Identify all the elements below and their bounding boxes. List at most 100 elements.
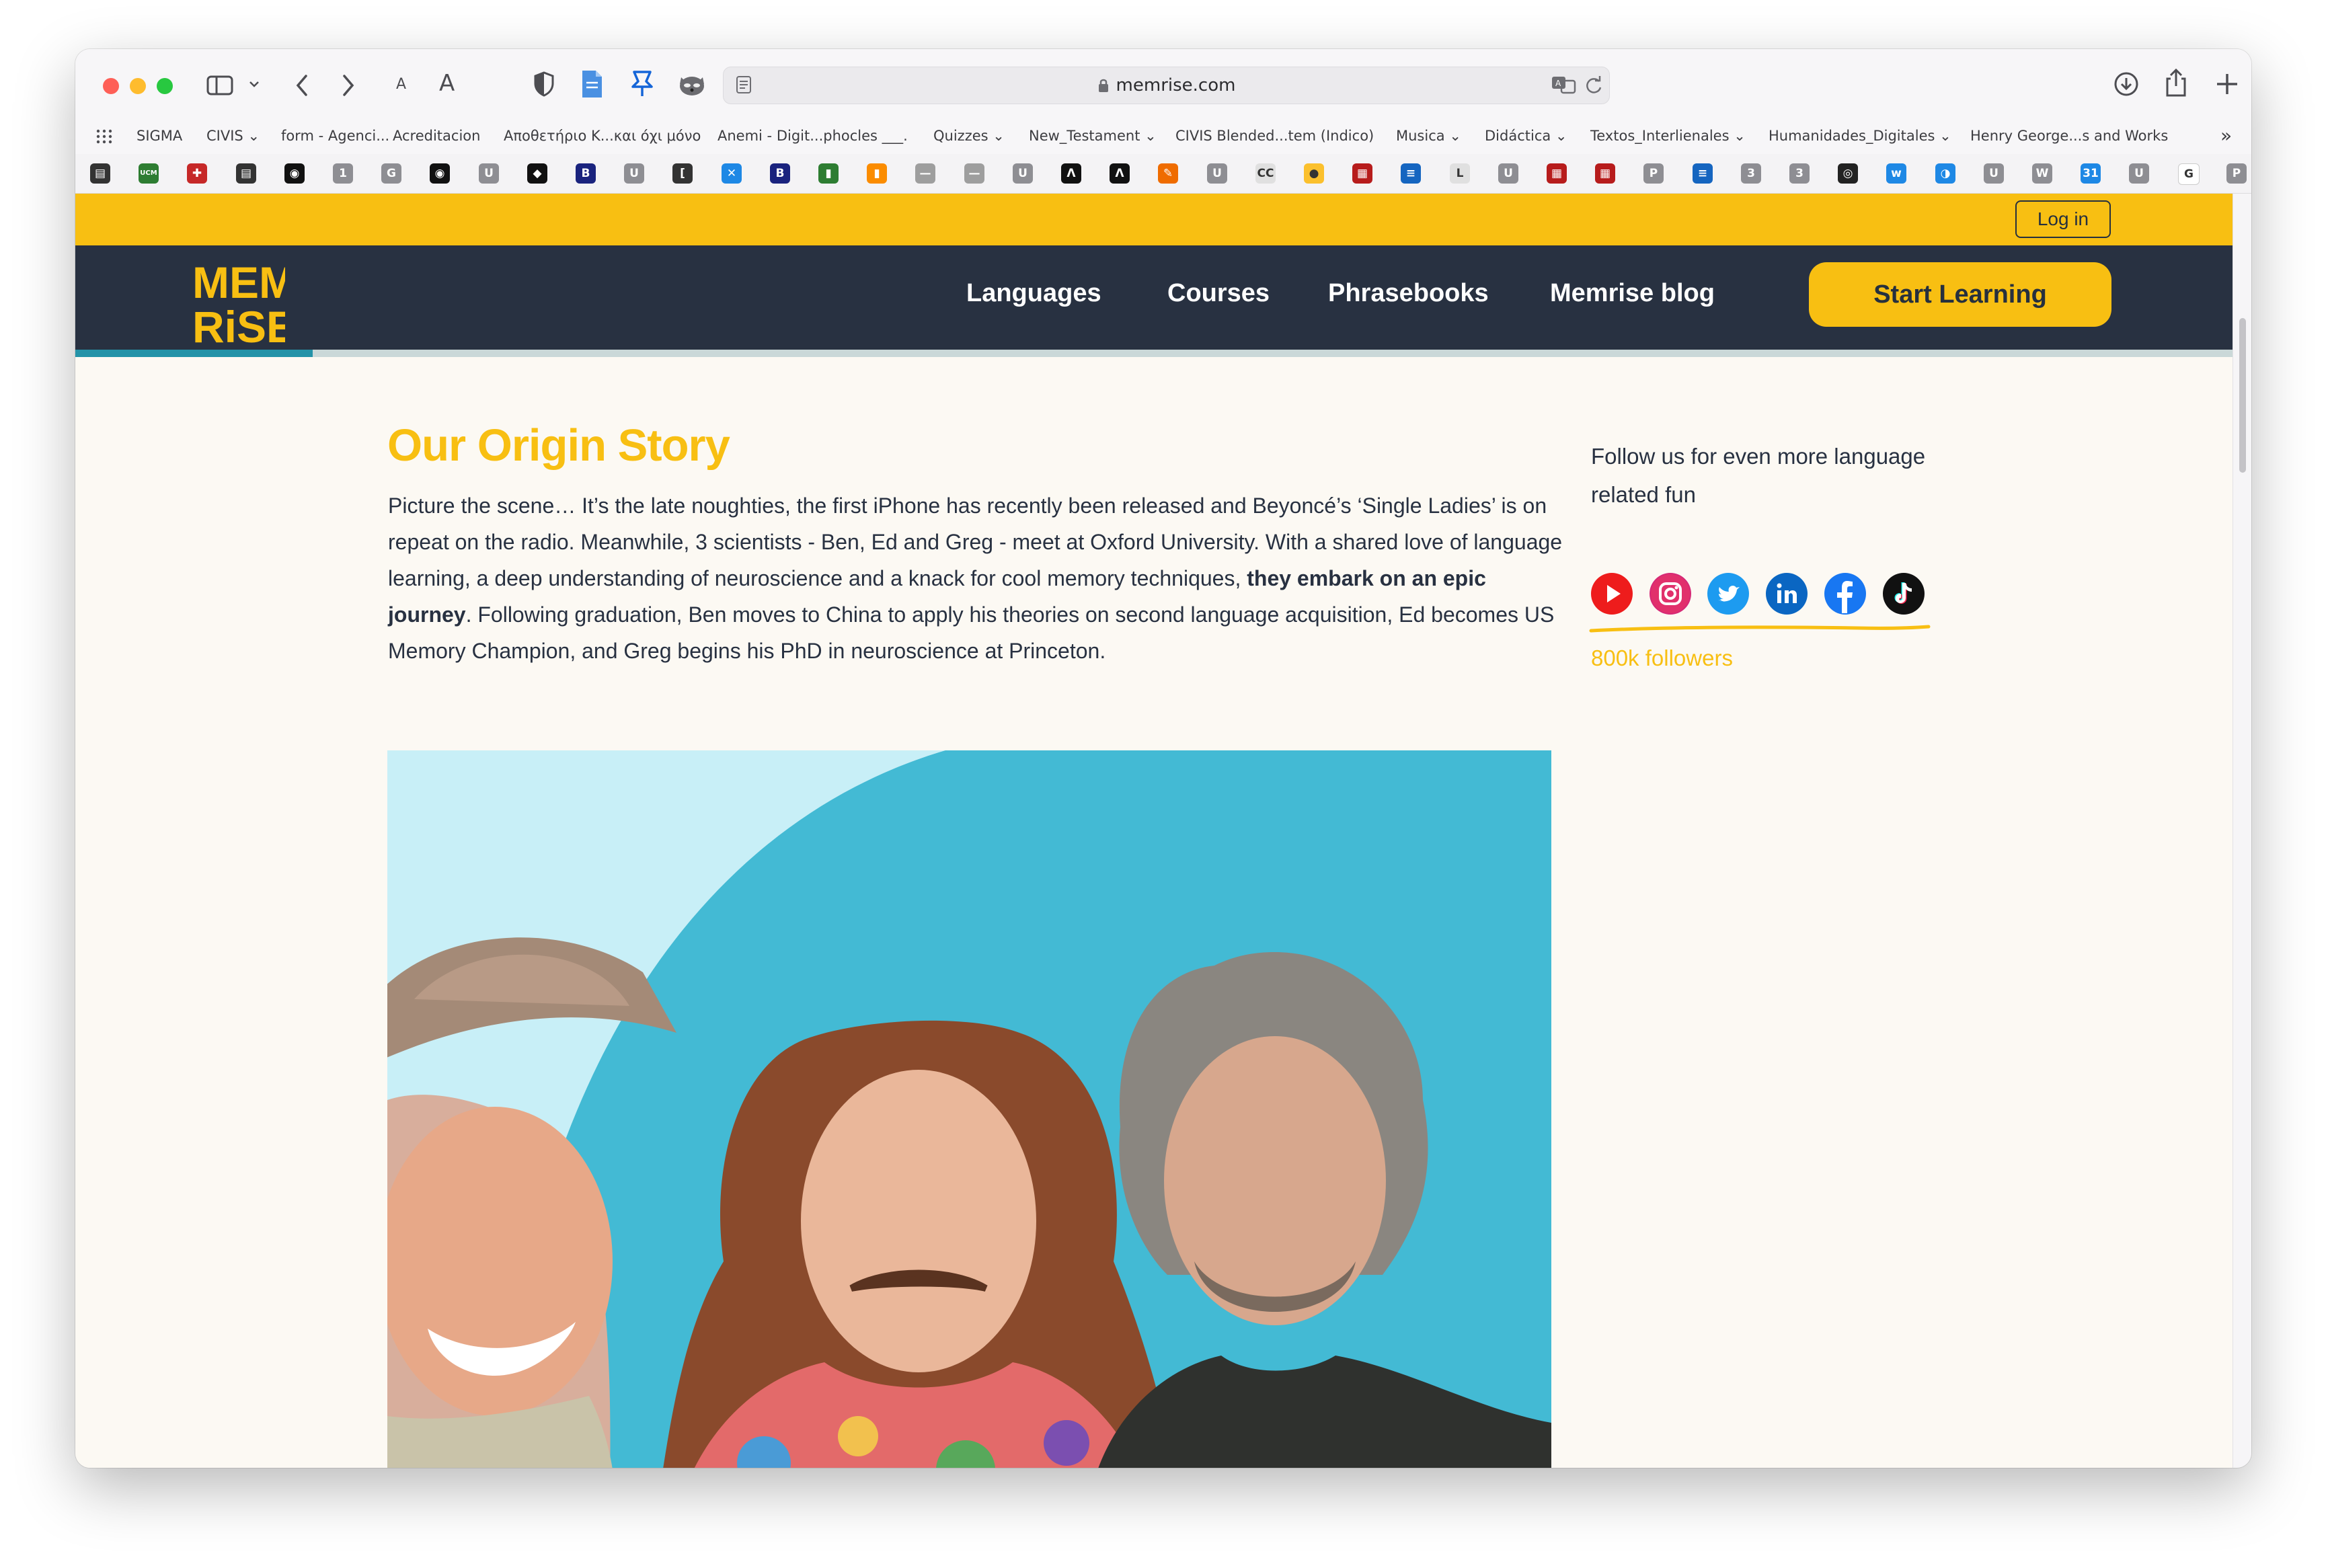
favorite-site-icon[interactable]: ▦	[1595, 163, 1615, 184]
favorite-site-icon[interactable]: ▤	[236, 163, 256, 184]
login-button[interactable]: Log in	[2015, 200, 2111, 238]
text-smaller-button[interactable]: A	[396, 77, 406, 92]
nav-languages[interactable]: Languages	[966, 279, 1101, 308]
translate-icon[interactable]: A	[1551, 75, 1578, 95]
favorite-site-icon[interactable]: Λ	[1110, 163, 1130, 184]
favorite-site-icon[interactable]: ▦	[1547, 163, 1567, 184]
memrise-logo[interactable]: MEM RiSE	[191, 258, 296, 352]
page-scrollbar[interactable]	[2233, 194, 2251, 1468]
document-icon[interactable]	[580, 69, 604, 99]
favorite-site-icon[interactable]: ◑	[1935, 163, 1955, 184]
page-title: Our Origin Story	[387, 420, 730, 471]
followers-count: 800k followers	[1591, 645, 1733, 670]
favorite-site-icon[interactable]: U	[1498, 163, 1518, 184]
favorite-site-icon[interactable]: —	[964, 163, 984, 184]
bookmark-item[interactable]: Anemi - Digit...phocles ___.	[717, 128, 908, 144]
address-bar[interactable]: memrise.com A	[723, 67, 1610, 104]
bookmark-folder[interactable]: New_Testament ⌄	[1029, 128, 1157, 144]
download-icon[interactable]	[2113, 71, 2139, 97]
instagram-icon[interactable]	[1650, 573, 1691, 615]
bookmark-folder[interactable]: Humanidades_Digitales ⌄	[1769, 128, 1951, 144]
apps-grid-icon[interactable]	[95, 128, 113, 145]
facebook-icon[interactable]	[1824, 573, 1866, 615]
bookmark-item[interactable]: Henry George...s and Works	[1970, 128, 2168, 144]
share-icon[interactable]	[2164, 68, 2188, 97]
favorite-site-icon[interactable]: L	[1450, 163, 1470, 184]
reload-icon[interactable]	[1584, 75, 1603, 95]
favorite-site-icon[interactable]: U	[2129, 163, 2149, 184]
nav-memrise-blog[interactable]: Memrise blog	[1550, 279, 1715, 308]
youtube-icon[interactable]	[1591, 573, 1633, 615]
favorite-site-icon[interactable]: UCM	[139, 163, 159, 184]
chevron-down-icon[interactable]	[248, 79, 260, 89]
favorite-site-icon[interactable]: ✕	[722, 163, 742, 184]
favorite-site-icon[interactable]: ▦	[1352, 163, 1372, 184]
chevron-down-icon: ⌄	[247, 128, 260, 144]
bookmark-item[interactable]: SIGMA	[137, 128, 182, 144]
favorite-site-icon[interactable]: ▮	[818, 163, 839, 184]
favorite-site-icon[interactable]: 31	[2081, 163, 2101, 184]
bookmark-item[interactable]: Αποθετήριο Κ...και όχι μόνο	[504, 128, 701, 144]
text-larger-button[interactable]: A	[439, 72, 455, 95]
start-learning-button[interactable]: Start Learning	[1809, 262, 2111, 327]
favorite-site-icon[interactable]: W	[2032, 163, 2052, 184]
bookmark-folder[interactable]: Quizzes ⌄	[933, 128, 1005, 144]
favorite-site-icon[interactable]: U	[1013, 163, 1033, 184]
favorite-site-icon[interactable]: U	[1984, 163, 2004, 184]
favorite-site-icon[interactable]: G	[2178, 163, 2200, 185]
favorite-site-icon[interactable]: U	[1207, 163, 1227, 184]
favorite-site-icon[interactable]: P	[1643, 163, 1664, 184]
bookmark-item[interactable]: Acreditacion	[393, 128, 480, 144]
zoom-window-button[interactable]	[157, 78, 173, 94]
bookmark-item[interactable]: CIVIS Blended...tem (Indico)	[1175, 128, 1374, 144]
favorite-site-icon[interactable]: ✚	[187, 163, 207, 184]
favorite-site-icon[interactable]: CC	[1255, 163, 1276, 184]
sidebar-icon[interactable]	[206, 75, 233, 96]
favorite-site-icon[interactable]: ≡	[1693, 163, 1713, 184]
back-icon[interactable]	[294, 73, 310, 97]
new-tab-icon[interactable]	[2215, 72, 2239, 96]
nav-phrasebooks[interactable]: Phrasebooks	[1328, 279, 1489, 308]
favorite-site-icon[interactable]: P	[2226, 163, 2247, 184]
close-window-button[interactable]	[103, 78, 119, 94]
favorite-site-icon[interactable]: B	[770, 163, 790, 184]
favorite-site-icon[interactable]: Λ	[1061, 163, 1081, 184]
favorite-site-icon[interactable]: ▤	[90, 163, 110, 184]
favorite-site-icon[interactable]: ✎	[1158, 163, 1178, 184]
bookmark-folder[interactable]: Didáctica ⌄	[1485, 128, 1567, 144]
favorite-site-icon[interactable]: 3	[1741, 163, 1761, 184]
nav-courses[interactable]: Courses	[1167, 279, 1270, 308]
linkedin-icon[interactable]	[1766, 573, 1808, 615]
scrollbar-thumb[interactable]	[2239, 318, 2246, 473]
underline-decoration	[1589, 625, 1931, 633]
bookmark-folder[interactable]: Textos_Interlienales ⌄	[1590, 128, 1746, 144]
favorite-site-icon[interactable]: ▮	[867, 163, 887, 184]
favorite-site-icon[interactable]: —	[915, 163, 935, 184]
favorite-site-icon[interactable]: ◆	[527, 163, 547, 184]
favorite-site-icon[interactable]: ◎	[1838, 163, 1858, 184]
bookmark-folder[interactable]: CIVIS ⌄	[206, 128, 260, 144]
favorite-site-icon[interactable]: ●	[1304, 163, 1324, 184]
minimize-window-button[interactable]	[130, 78, 146, 94]
favorite-site-icon[interactable]: U	[479, 163, 499, 184]
pin-icon[interactable]	[629, 69, 656, 99]
shield-icon[interactable]	[533, 71, 555, 97]
twitter-icon[interactable]	[1707, 573, 1749, 615]
favorite-site-icon[interactable]: ◉	[430, 163, 450, 184]
favorite-site-icon[interactable]: U	[624, 163, 644, 184]
forward-icon[interactable]	[340, 73, 356, 97]
main-nav: MEM RiSE Languages Courses Phrasebooks M…	[75, 245, 2233, 356]
bookmark-folder[interactable]: Musica ⌄	[1396, 128, 1461, 144]
bookmark-item[interactable]: form - Agenci...	[281, 128, 389, 144]
more-bookmarks-icon[interactable]: »	[2220, 124, 2232, 147]
raccoon-icon[interactable]	[677, 69, 707, 99]
favorite-site-icon[interactable]: B	[576, 163, 596, 184]
favorite-site-icon[interactable]: w	[1886, 163, 1906, 184]
favorite-site-icon[interactable]: ◉	[284, 163, 305, 184]
favorite-site-icon[interactable]: 1	[333, 163, 353, 184]
tiktok-icon[interactable]	[1883, 573, 1925, 615]
favorite-site-icon[interactable]: ≡	[1401, 163, 1421, 184]
favorite-site-icon[interactable]: 3	[1789, 163, 1810, 184]
favorite-site-icon[interactable]: G	[381, 163, 401, 184]
favorite-site-icon[interactable]: [	[672, 163, 693, 184]
